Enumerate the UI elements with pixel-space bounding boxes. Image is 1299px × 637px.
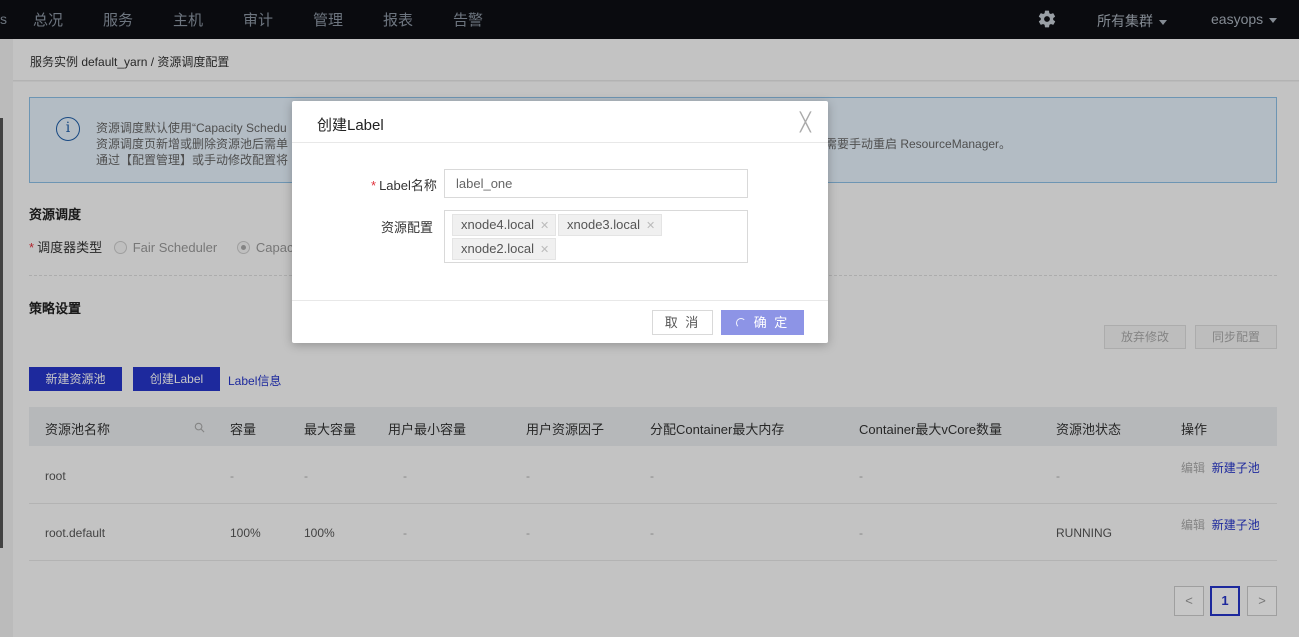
label-name-label: * Label名称 bbox=[371, 178, 437, 193]
cancel-button[interactable]: 取 消 bbox=[652, 310, 713, 335]
remove-tag-icon[interactable]: ✕ bbox=[540, 220, 549, 232]
confirm-button[interactable]: 确 定 bbox=[721, 310, 804, 335]
loading-spinner-icon bbox=[735, 318, 746, 328]
create-label-dialog: 创建Label ╳ *Label名称 资源配置 xnode4.local✕ xn… bbox=[292, 101, 828, 343]
remove-tag-icon[interactable]: ✕ bbox=[646, 220, 655, 232]
resource-config-label: 资源配置 bbox=[381, 220, 434, 235]
label-name-input[interactable] bbox=[444, 169, 748, 198]
dialog-title: 创建Label bbox=[317, 117, 384, 134]
dialog-footer: 取 消 确 定 bbox=[292, 300, 828, 343]
host-tag: xnode4.local ✕ bbox=[452, 214, 557, 236]
host-tag: xnode2.local ✕ bbox=[452, 238, 557, 260]
resource-config-select[interactable]: xnode4.local ✕ xnode3.local ✕ xnode2.local… bbox=[444, 210, 748, 263]
remove-tag-icon[interactable]: ✕ bbox=[540, 244, 549, 256]
host-tag: xnode3.local ✕ bbox=[558, 214, 663, 236]
close-icon[interactable]: ╳ bbox=[800, 112, 811, 133]
dialog-header: 创建Label ╳ bbox=[292, 101, 828, 143]
